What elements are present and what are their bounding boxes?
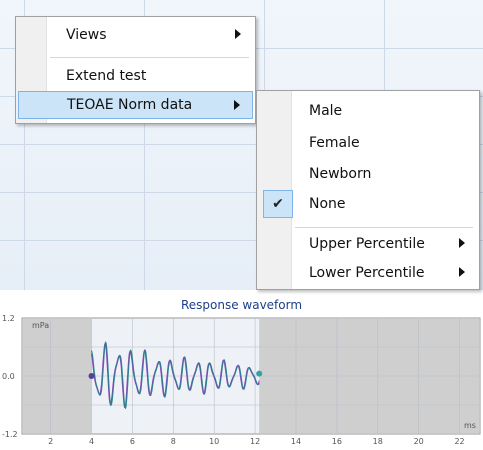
y-tick-label: 0.0: [2, 372, 15, 381]
x-unit-label: ms: [464, 421, 476, 430]
submenu-item-female[interactable]: Female: [259, 129, 477, 157]
menu-item-label: Upper Percentile: [309, 236, 425, 252]
submenu-arrow-icon: [459, 267, 465, 277]
window-end-marker: [256, 370, 263, 377]
waveform-title: Response waveform: [180, 298, 303, 312]
submenu-arrow-icon: [234, 100, 240, 110]
submenu-item-none[interactable]: ✔ None: [259, 190, 477, 218]
y-unit-label: mPa: [32, 321, 49, 330]
submenu-item-lower-percentile[interactable]: Lower Percentile: [259, 259, 477, 287]
menu-item-label: Lower Percentile: [309, 265, 425, 281]
checkmark-icon: ✔: [263, 190, 293, 218]
menu-item-label: Female: [309, 135, 360, 151]
y-tick-label: 1.2: [2, 314, 15, 323]
x-tick-label: 8: [171, 437, 176, 446]
menu-item-teoae-norm-data[interactable]: TEOAE Norm data: [18, 91, 253, 119]
x-tick-label: 2: [48, 437, 53, 446]
y-tick-label: -1.2: [2, 430, 18, 439]
response-waveform-chart: 1.2 0.0 -1.2 2 4 6 8 10 12 14 16 18 20 22 mPa ms: [2, 314, 481, 446]
x-tick-label: 12: [250, 437, 260, 446]
x-tick-label: 20: [414, 437, 424, 446]
menu-item-label: TEOAE Norm data: [67, 97, 193, 113]
norm-data-submenu: Male Female Newborn ✔ None Upper Percent…: [256, 90, 480, 290]
menu-item-label: Extend test: [66, 68, 147, 84]
menu-separator: [50, 57, 249, 58]
submenu-item-upper-percentile[interactable]: Upper Percentile: [259, 230, 477, 258]
x-tick-label: 10: [209, 437, 219, 446]
context-menu: Views Extend test TEOAE Norm data: [15, 16, 256, 124]
menu-separator: [295, 227, 473, 228]
submenu-arrow-icon: [459, 238, 465, 248]
x-tick-label: 18: [373, 437, 383, 446]
menu-item-extend-test[interactable]: Extend test: [18, 62, 253, 90]
menu-item-views[interactable]: Views: [18, 21, 253, 49]
x-tick-label: 4: [89, 437, 94, 446]
x-tick-label: 22: [454, 437, 464, 446]
x-tick-label: 6: [130, 437, 135, 446]
menu-item-label: Newborn: [309, 166, 372, 182]
submenu-item-male[interactable]: Male: [259, 97, 477, 125]
window-start-marker: [88, 373, 95, 379]
menu-item-label: Views: [66, 27, 107, 43]
x-tick-label: 14: [291, 437, 301, 446]
menu-item-label: Male: [309, 103, 343, 119]
submenu-item-newborn[interactable]: Newborn: [259, 160, 477, 188]
x-tick-label: 16: [332, 437, 342, 446]
menu-item-label: None: [309, 196, 346, 212]
submenu-arrow-icon: [235, 29, 241, 39]
